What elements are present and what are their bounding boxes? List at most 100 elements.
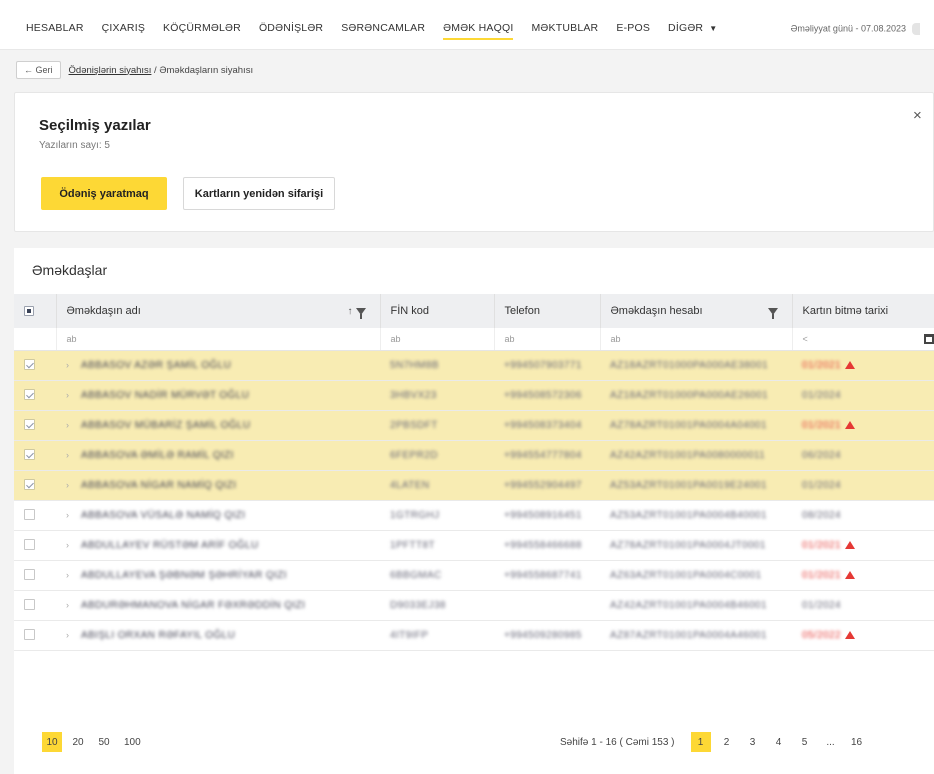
- table-row[interactable]: › ABDULLAYEV RÜSTƏM ARİF OĞLU 1PFTT8T +9945…: [14, 530, 934, 561]
- table-row[interactable]: › ABIŞLI ORXAN RƏFAYIL OĞLU 4IT9IFP +994509…: [14, 620, 934, 651]
- column-header-phone[interactable]: Telefon: [494, 294, 601, 328]
- create-payment-button[interactable]: Ödəniş yaratmaq: [41, 177, 167, 210]
- nav-item-kocurmeler[interactable]: KÖÇÜRMƏLƏR: [163, 22, 241, 40]
- phone-number: +994558466688: [504, 539, 582, 551]
- filter-input-fin[interactable]: ab: [380, 328, 495, 351]
- row-checkbox[interactable]: [24, 569, 35, 581]
- row-select-cell: [14, 530, 56, 561]
- row-select-cell: [14, 560, 56, 591]
- column-header-fin[interactable]: FİN kod: [380, 294, 495, 328]
- cell-name: › ABDULLAYEV RÜSTƏM ARİF OĞLU: [56, 530, 380, 561]
- page-button[interactable]: 4: [769, 732, 789, 752]
- reorder-cards-button[interactable]: Kartların yenidən sifarişi: [183, 177, 335, 210]
- account-number: AZ63AZRT01001PA0004C0001: [610, 569, 762, 581]
- employee-name: ABBASOV AZƏR ŞAMİL OĞLU: [81, 359, 232, 371]
- card-expiry: 01/2021: [802, 539, 841, 551]
- cell-name: › ABDURƏHMANOVA NİGAR FƏXRƏDDİN QIZI: [56, 590, 380, 621]
- expand-icon[interactable]: ›: [66, 450, 69, 460]
- page-size-option[interactable]: 20: [68, 732, 88, 752]
- table-row[interactable]: › ABBASOVA VÜSALƏ NAMİQ QIZI 1GTRGHJ +99450…: [14, 500, 934, 531]
- fin-code: 5N7HM8B: [390, 359, 439, 371]
- row-select-cell: [14, 470, 56, 501]
- breadcrumb-current: Əməkdaşların siyahısı: [159, 64, 254, 76]
- breadcrumb-trail: Ödənişlərin siyahısı / Əməkdaşların siya…: [69, 65, 254, 76]
- row-checkbox[interactable]: [24, 629, 35, 641]
- table-row[interactable]: › ABDURƏHMANOVA NİGAR FƏXRƏDDİN QIZI D9033…: [14, 590, 934, 621]
- nav-item-emek-haqqi[interactable]: ƏMƏK HAQQI: [443, 22, 514, 40]
- page-size-option[interactable]: 10: [42, 732, 62, 752]
- expand-icon[interactable]: ›: [66, 360, 69, 370]
- nav-item-diger[interactable]: DİGƏR ▼: [668, 22, 717, 40]
- cell-account: AZ87AZRT01001PA0004A46001: [600, 620, 792, 651]
- row-checkbox[interactable]: [24, 479, 35, 491]
- table-row[interactable]: › ABBASOV MÜBARİZ ŞAMİL OĞLU 2PBSDFT +99450…: [14, 410, 934, 441]
- card-expiry: 01/2024: [802, 599, 841, 611]
- nav-item-odenisler[interactable]: ÖDƏNİŞLƏR: [259, 22, 323, 40]
- fin-code: 1GTRGHJ: [390, 509, 440, 521]
- user-avatar[interactable]: [912, 23, 920, 35]
- page-size-option[interactable]: 100: [120, 732, 145, 752]
- column-header-account[interactable]: Əməkdaşın hesabı: [600, 294, 793, 328]
- sort-arrow-icon[interactable]: ↑: [348, 306, 356, 317]
- row-checkbox[interactable]: [24, 419, 35, 431]
- phone-number: +994509280985: [504, 629, 582, 641]
- expand-icon[interactable]: ›: [66, 420, 69, 430]
- page-size-option[interactable]: 50: [94, 732, 114, 752]
- expand-icon[interactable]: ›: [66, 540, 69, 550]
- table-row[interactable]: › ABBASOV NADİR MÜRVƏT OĞLU 3HBVX23 +994508…: [14, 380, 934, 411]
- table-row[interactable]: › ABDULLAYEVA ŞƏBNƏM ŞƏHRİYAR QIZI 6BBGMAC…: [14, 560, 934, 591]
- row-checkbox[interactable]: [24, 539, 35, 551]
- employee-name: ABDURƏHMANOVA NİGAR FƏXRƏDDİN QIZI: [81, 599, 306, 611]
- selection-count: Yazıların sayı: 5: [39, 140, 110, 151]
- expand-icon[interactable]: ›: [66, 480, 69, 490]
- account-number: AZ18AZRT01000PA000AE38001: [610, 359, 769, 371]
- page-button[interactable]: 5: [795, 732, 815, 752]
- page-button[interactable]: 3: [743, 732, 763, 752]
- filter-input-expiry[interactable]: <: [792, 328, 934, 351]
- close-icon[interactable]: ×: [913, 107, 922, 124]
- cell-phone: [494, 590, 600, 621]
- row-checkbox[interactable]: [24, 389, 35, 401]
- row-checkbox[interactable]: [24, 509, 35, 521]
- column-header-expiry[interactable]: Kartın bitmə tarixi: [792, 294, 934, 328]
- filter-icon[interactable]: [355, 307, 366, 319]
- expand-icon[interactable]: ›: [66, 630, 69, 640]
- row-checkbox[interactable]: [24, 359, 35, 371]
- nav-item-hesablar[interactable]: HESABLAR: [26, 22, 84, 40]
- employee-name: ABBASOVA ƏMİLƏ RAMİL QIZI: [81, 449, 234, 461]
- expand-icon[interactable]: ›: [66, 600, 69, 610]
- nav-item-e-pos[interactable]: E-POS: [616, 22, 650, 40]
- table-row[interactable]: › ABBASOVA NİGAR NAMİQ QIZI 4LATEN +9945529…: [14, 470, 934, 501]
- breadcrumb-link-payments[interactable]: Ödənişlərin siyahısı: [69, 65, 152, 76]
- calendar-icon[interactable]: [924, 334, 934, 344]
- table-row[interactable]: › ABBASOVA ƏMİLƏ RAMİL QIZI 6FEPR2D +994554…: [14, 440, 934, 471]
- expand-icon[interactable]: ›: [66, 510, 69, 520]
- cell-expiry: 05/2022: [792, 620, 934, 651]
- row-checkbox[interactable]: [24, 449, 35, 461]
- filter-input-phone[interactable]: ab: [494, 328, 601, 351]
- cell-fin: 3HBVX23: [380, 380, 494, 411]
- selection-card: Seçilmiş yazılar Yazıların sayı: 5 × Ödə…: [14, 92, 934, 232]
- filter-input-account[interactable]: ab: [600, 328, 793, 351]
- employee-name: ABDULLAYEVA ŞƏBNƏM ŞƏHRİYAR QIZI: [81, 569, 287, 581]
- cell-account: AZ53AZRT01001PA0019E24001: [600, 470, 792, 501]
- column-label-name: Əməkdaşın adı: [66, 305, 141, 317]
- filter-input-name[interactable]: ab: [56, 328, 381, 351]
- nav-item-mektublar[interactable]: MƏKTUBLAR: [531, 22, 598, 40]
- page-button[interactable]: 1: [690, 732, 711, 752]
- expand-icon[interactable]: ›: [66, 390, 69, 400]
- select-all-checkbox[interactable]: [24, 306, 34, 317]
- cell-name: › ABBASOVA VÜSALƏ NAMİQ QIZI: [56, 500, 380, 531]
- nav-item-serencamlar[interactable]: SƏRƏNCAMLAR: [341, 22, 425, 40]
- cell-name: › ABDULLAYEVA ŞƏBNƏM ŞƏHRİYAR QIZI: [56, 560, 380, 591]
- back-button[interactable]: ← Geri: [16, 61, 61, 79]
- page-button[interactable]: 16: [847, 732, 867, 752]
- cell-expiry: 01/2024: [792, 380, 934, 411]
- row-checkbox[interactable]: [24, 599, 35, 611]
- filter-icon[interactable]: [767, 307, 778, 319]
- column-header-name[interactable]: Əməkdaşın adı ↑: [56, 294, 381, 328]
- page-button[interactable]: 2: [717, 732, 737, 752]
- nav-item-cixaris[interactable]: ÇIXARIŞ: [102, 22, 145, 40]
- table-row[interactable]: › ABBASOV AZƏR ŞAMİL OĞLU 5N7HM8B +99450790…: [14, 350, 934, 381]
- expand-icon[interactable]: ›: [66, 570, 69, 580]
